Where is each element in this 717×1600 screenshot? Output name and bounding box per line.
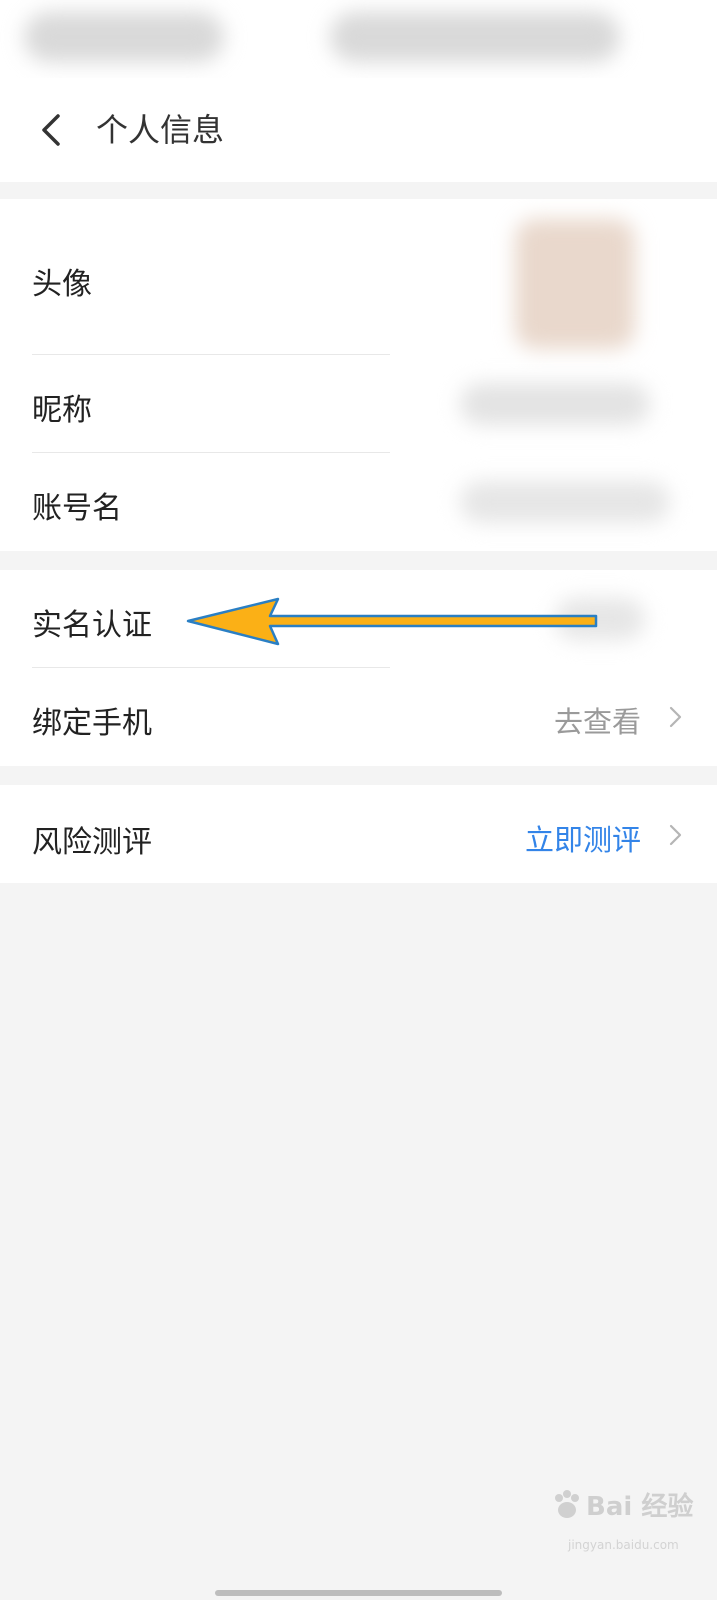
status-bar [0, 0, 717, 78]
blurred-status-right [330, 12, 620, 62]
blurred-nickname-value [460, 383, 650, 425]
bind-phone-label: 绑定手机 [32, 706, 152, 741]
chevron-left-icon [42, 114, 60, 146]
risk-card: 风险测评 立即测评 [0, 785, 717, 883]
blurred-account-value [460, 481, 670, 523]
bind-phone-value: 去查看 [553, 705, 641, 739]
profile-card: 头像 昵称 账号名 [0, 199, 717, 551]
nav-bar: 个人信息 [0, 78, 717, 182]
nickname-row[interactable]: 昵称 [0, 355, 717, 452]
baidu-watermark: Bai 经验 [550, 1486, 693, 1523]
blurred-status-left [24, 12, 224, 62]
watermark-text: Bai 经验 [586, 1492, 694, 1522]
risk-row[interactable]: 风险测评 立即测评 [0, 785, 717, 883]
back-button[interactable] [22, 100, 82, 160]
avatar[interactable] [515, 219, 635, 349]
home-indicator[interactable] [215, 1590, 502, 1596]
risk-value-link[interactable]: 立即测评 [525, 817, 641, 859]
avatar-label: 头像 [32, 267, 92, 302]
watermark-url: jingyan.baidu.com [568, 1538, 679, 1552]
paw-icon [555, 1489, 579, 1518]
annotation-arrow [186, 597, 598, 646]
chevron-right-icon [669, 706, 682, 728]
page-title: 个人信息 [96, 111, 225, 149]
account-label: 账号名 [32, 491, 122, 526]
avatar-row[interactable]: 头像 [0, 199, 717, 354]
bind-phone-row[interactable]: 绑定手机 去查看 [0, 668, 717, 766]
nickname-label: 昵称 [32, 393, 92, 428]
risk-label: 风险测评 [32, 825, 152, 860]
realname-label: 实名认证 [32, 608, 152, 643]
chevron-right-icon [669, 824, 682, 846]
account-row[interactable]: 账号名 [0, 453, 717, 551]
realname-row[interactable]: 实名认证 [0, 570, 717, 667]
verification-card: 实名认证 绑定手机 去查看 [0, 570, 717, 766]
